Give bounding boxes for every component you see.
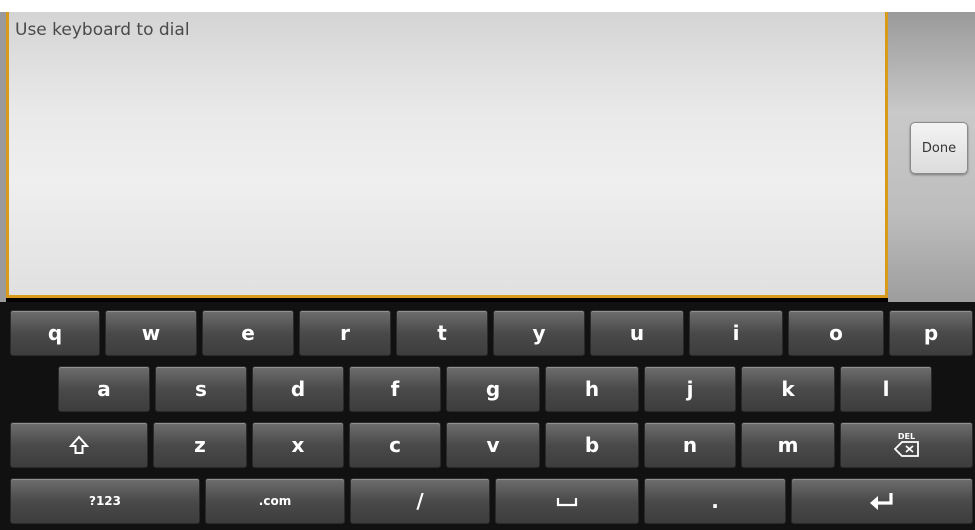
key-f[interactable]: f	[349, 366, 441, 412]
key-h[interactable]: h	[545, 366, 639, 412]
symbols-key[interactable]: ?123	[10, 478, 200, 524]
space-bar-icon	[556, 494, 578, 508]
keyboard-row-2: a s d f g h j k l	[0, 364, 975, 414]
key-m[interactable]: m	[741, 422, 835, 468]
key-p[interactable]: p	[889, 310, 973, 356]
top-edge	[0, 0, 975, 12]
key-k[interactable]: k	[741, 366, 835, 412]
dialer-screen: Use keyboard to dial Done q w e r t y u …	[0, 0, 975, 530]
key-u[interactable]: u	[590, 310, 684, 356]
key-v[interactable]: v	[446, 422, 540, 468]
key-i[interactable]: i	[689, 310, 783, 356]
key-s[interactable]: s	[155, 366, 247, 412]
done-button[interactable]: Done	[910, 122, 968, 174]
key-x[interactable]: x	[252, 422, 344, 468]
delete-key[interactable]: DEL	[840, 422, 973, 468]
key-e[interactable]: e	[202, 310, 294, 356]
space-key[interactable]	[495, 478, 639, 524]
key-o[interactable]: o	[788, 310, 884, 356]
key-d[interactable]: d	[252, 366, 344, 412]
side-panel: Done	[888, 12, 975, 302]
key-r[interactable]: r	[299, 310, 391, 356]
key-b[interactable]: b	[545, 422, 639, 468]
key-n[interactable]: n	[644, 422, 736, 468]
dial-text-field[interactable]: Use keyboard to dial	[6, 12, 888, 298]
key-w[interactable]: w	[105, 310, 197, 356]
period-key[interactable]: .	[644, 478, 786, 524]
dotcom-key[interactable]: .com	[205, 478, 345, 524]
key-a[interactable]: a	[58, 366, 150, 412]
enter-return-icon	[868, 491, 896, 511]
key-l[interactable]: l	[840, 366, 932, 412]
key-g[interactable]: g	[446, 366, 540, 412]
key-t[interactable]: t	[396, 310, 488, 356]
keyboard-row-3: z x c v b n m DEL	[0, 420, 975, 470]
enter-key[interactable]	[791, 478, 973, 524]
keyboard-row-1: q w e r t y u i o p	[0, 308, 975, 358]
backspace-icon	[893, 441, 920, 457]
key-j[interactable]: j	[644, 366, 736, 412]
shift-key[interactable]	[10, 422, 148, 468]
keyboard-row-4: ?123 .com / .	[0, 476, 975, 526]
delete-label: DEL	[897, 432, 916, 441]
key-y[interactable]: y	[493, 310, 585, 356]
key-c[interactable]: c	[349, 422, 441, 468]
dial-field-hint: Use keyboard to dial	[15, 20, 190, 40]
shift-arrow-icon	[69, 435, 89, 455]
soft-keyboard: q w e r t y u i o p a s d f g h j k l z …	[0, 302, 975, 530]
slash-key[interactable]: /	[350, 478, 490, 524]
key-q[interactable]: q	[10, 310, 100, 356]
key-z[interactable]: z	[153, 422, 247, 468]
